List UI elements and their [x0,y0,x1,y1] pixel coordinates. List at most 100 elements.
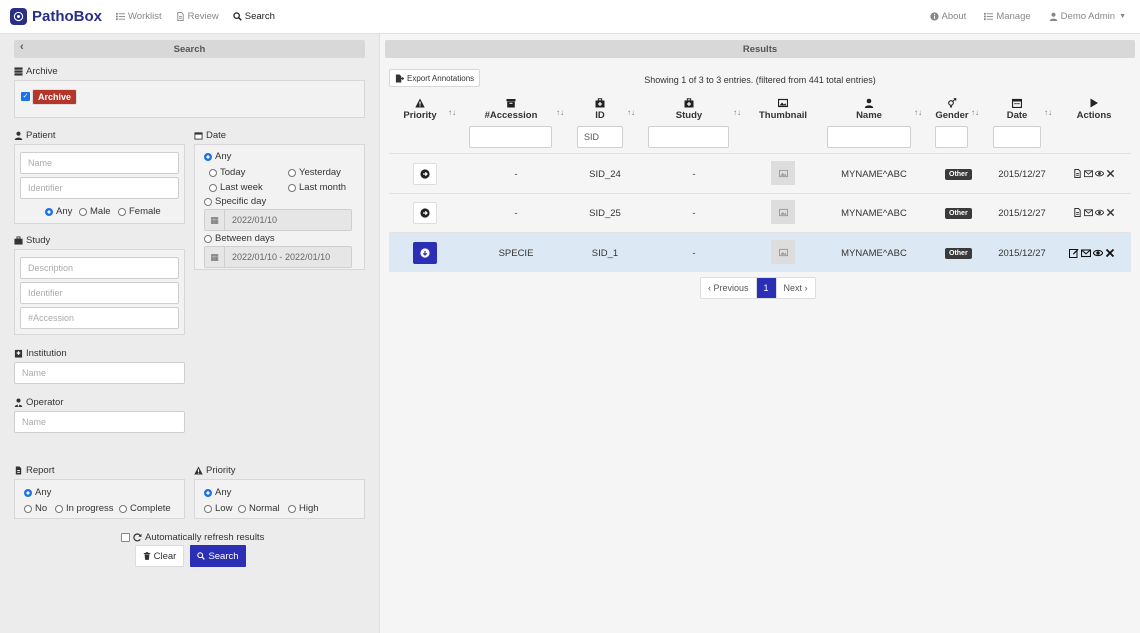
thumbnail[interactable] [771,200,795,224]
edit-icon[interactable] [1069,248,1079,258]
gender-filter-input[interactable] [935,126,968,148]
patient-section-label: Patient [14,130,56,141]
report-file-icon[interactable] [1073,208,1082,217]
between-days-input[interactable]: ▦ 2022/01/10 - 2022/01/10 [204,246,352,268]
row-actions [1073,169,1117,178]
report-file-icon[interactable] [1073,169,1082,178]
gender-male-radio[interactable]: Male [79,206,111,217]
id-filter-input[interactable]: SID [577,126,623,148]
envelope-icon[interactable] [1084,208,1093,217]
row-divider [389,153,1131,154]
nav-about[interactable]: About [929,11,966,22]
institution-name-input[interactable]: Name [14,362,185,384]
open-case-button[interactable] [413,163,437,185]
list-icon [116,12,126,21]
date-today-radio[interactable]: Today [209,167,245,178]
priority-any-radio[interactable]: Any [204,487,231,498]
priority-normal-radio[interactable]: Normal [238,503,280,514]
pagination: ‹ Previous 1 Next › [700,277,816,299]
date-last-month-radio[interactable]: Last month [288,182,346,193]
pagination-next[interactable]: Next › [777,278,815,298]
envelope-icon[interactable] [1081,248,1091,258]
search-button[interactable]: Search [190,545,246,567]
date-filter-input[interactable] [993,126,1041,148]
col-study[interactable]: Study [665,98,713,121]
envelope-icon[interactable] [1084,169,1093,178]
user-tie-icon [14,398,23,407]
gender-female-radio[interactable]: Female [118,206,161,217]
cell-date: 2015/12/27 [998,208,1046,219]
cell-id: SID_1 [591,248,619,259]
col-name[interactable]: Name [846,98,892,121]
row-actions [1069,248,1117,258]
sort-accession-icon[interactable]: ↑↓ [556,108,564,117]
date-specific-day-radio[interactable]: Specific day [204,196,266,207]
col-gender[interactable]: Gender [932,98,972,121]
sort-priority-icon[interactable]: ↑↓ [448,108,456,117]
gender-badge: Other [945,248,972,259]
close-icon[interactable] [1106,208,1115,217]
col-accession[interactable]: #Accession [478,98,544,121]
brand-name: PathoBox [32,8,103,25]
archive-checkbox[interactable]: ✓ [21,92,30,101]
auto-refresh-checkbox[interactable]: Automatically refresh results [121,532,264,543]
date-last-week-radio[interactable]: Last week [209,182,263,193]
col-thumbnail: Thumbnail [756,98,810,121]
nav-manage[interactable]: Manage [984,11,1031,22]
export-annotations-button[interactable]: Export Annotations [389,69,481,87]
report-complete-radio[interactable]: Complete [119,503,171,514]
gender-any-radio[interactable]: Any [45,206,72,217]
medical-case-icon [595,98,605,108]
study-identifier-input[interactable]: Identifier [20,282,179,304]
date-any-radio[interactable]: Any [204,151,231,162]
date-yesterday-radio[interactable]: Yesterday [288,167,341,178]
study-accession-input[interactable]: #Accession [20,307,179,329]
thumbnail[interactable] [771,240,795,264]
eye-icon[interactable] [1095,208,1104,217]
collapse-chevron-left-icon[interactable]: ‹ [20,41,24,53]
sort-name-icon[interactable]: ↑↓ [914,108,922,117]
accession-filter-input[interactable] [469,126,552,148]
sort-study-icon[interactable]: ↑↓ [733,108,741,117]
user-menu[interactable]: Demo Admin ▼ [1049,11,1126,22]
name-filter-input[interactable] [827,126,911,148]
operator-section-label: Operator [14,397,64,408]
patient-identifier-input[interactable]: Identifier [20,177,179,199]
operator-name-input[interactable]: Name [14,411,185,433]
clear-button[interactable]: Clear [135,545,184,567]
eye-icon[interactable] [1095,169,1104,178]
patient-name-input[interactable]: Name [20,152,179,174]
priority-high-radio[interactable]: High [288,503,319,514]
open-case-button-active[interactable] [413,242,437,264]
user-menu-label: Demo Admin [1060,11,1116,22]
sort-gender-icon[interactable]: ↑↓ [971,108,979,117]
nav-worklist[interactable]: Worklist [116,11,162,22]
open-case-button[interactable] [413,202,437,224]
cell-accession: - [514,169,518,180]
eye-icon[interactable] [1093,248,1103,258]
file-icon [15,466,22,475]
report-any-radio[interactable]: Any [24,487,51,498]
priority-low-radio[interactable]: Low [204,503,232,514]
col-priority[interactable]: Priority [398,98,442,121]
pagination-previous[interactable]: ‹ Previous [701,278,757,298]
nav-review[interactable]: Review [176,11,219,22]
report-in-progress-radio[interactable]: In progress [55,503,114,514]
thumbnail[interactable] [771,161,795,185]
col-date[interactable]: Date [1000,98,1034,121]
report-no-radio[interactable]: No [24,503,47,514]
calendar-icon: ▦ [205,247,225,267]
cell-study: - [692,169,696,180]
pagination-page-1[interactable]: 1 [756,278,777,298]
brand[interactable]: PathoBox [10,8,102,25]
nav-search[interactable]: Search [233,11,275,22]
date-between-days-radio[interactable]: Between days [204,233,275,244]
close-icon[interactable] [1106,169,1115,178]
study-description-input[interactable]: Description [20,257,179,279]
sort-id-icon[interactable]: ↑↓ [627,108,635,117]
specific-day-input[interactable]: ▦ 2022/01/10 [204,209,352,231]
study-filter-input[interactable] [648,126,729,148]
sort-date-icon[interactable]: ↑↓ [1044,108,1052,117]
col-id[interactable]: ID [580,98,620,121]
close-icon[interactable] [1105,248,1115,258]
